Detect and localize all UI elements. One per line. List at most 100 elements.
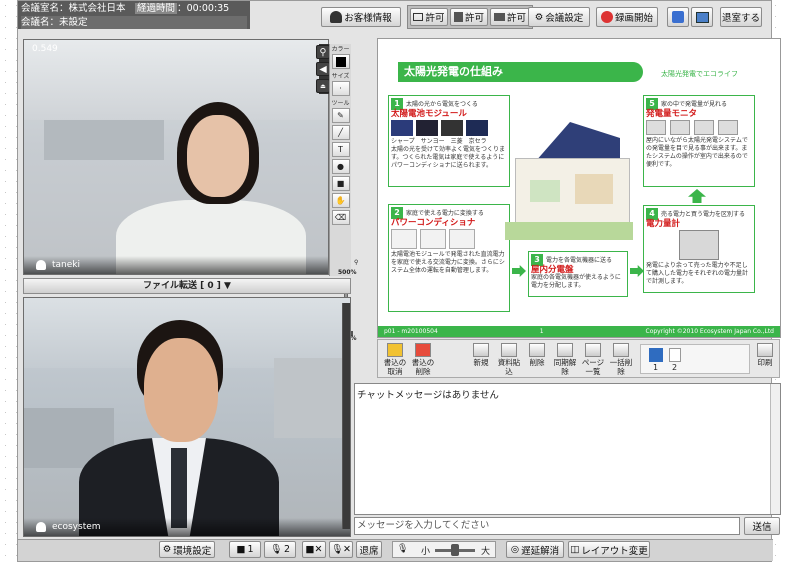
video-counter: 0.549 <box>32 44 58 54</box>
elapsed-time: 00:00:35 <box>186 3 230 14</box>
slide-brand: 太陽光発電でエコライフ <box>661 70 738 78</box>
circle-tool[interactable]: ● <box>331 159 350 174</box>
send-button[interactable]: 送信 <box>744 517 780 535</box>
chat-input[interactable]: メッセージを入力してください <box>354 517 740 535</box>
line-icon: ╱ <box>338 128 343 137</box>
cancel-draw-button[interactable]: 書込の取消 <box>382 342 408 376</box>
volume-slider-handle[interactable] <box>451 544 459 556</box>
sync-release-button[interactable]: 同期解除 <box>552 342 578 376</box>
permit-print-button[interactable]: 許可 <box>490 8 530 26</box>
camera-off-button[interactable]: ■✕ <box>302 541 326 558</box>
house-illustration <box>505 122 633 240</box>
page-thumb-1[interactable]: 1 <box>653 363 658 372</box>
print-button[interactable]: 印刷 <box>752 342 778 376</box>
line-tool[interactable]: ╱ <box>331 125 350 140</box>
text-icon: T <box>338 145 343 154</box>
bulk-delete-button[interactable]: 一括削除 <box>608 342 634 376</box>
video-feed-1: 0.549 taneki <box>24 40 328 274</box>
text-tool[interactable]: T <box>331 142 350 157</box>
size-picker[interactable]: · <box>331 81 350 96</box>
zoom-search-icon: ⚲ <box>354 259 359 266</box>
customer-info-button[interactable]: お客様情報 <box>321 7 401 27</box>
printer-icon <box>493 13 505 21</box>
video-scrollbar[interactable] <box>342 303 350 529</box>
paste-icon <box>501 343 517 357</box>
slide-title: 太陽光発電の仕組み <box>398 62 643 82</box>
record-start-button[interactable]: 録画開始 <box>596 7 658 27</box>
volume-control: 🎙 小 大 <box>392 541 496 558</box>
layout-change-button[interactable]: ◫ レイアウト変更 <box>568 541 650 558</box>
person-icon <box>330 11 343 23</box>
size-label: サイズ <box>331 73 350 80</box>
undo-icon <box>387 343 403 357</box>
gear-icon: ⚙ <box>534 11 544 23</box>
new-page-button[interactable]: 新規 <box>468 342 494 376</box>
video-user-label-2: ecosystem <box>24 518 350 536</box>
env-settings-button[interactable]: ⚙ 環境設定 <box>159 541 215 558</box>
delay-release-button[interactable]: ◎ 遅延解消 <box>506 541 564 558</box>
zoom-max-label: 500% <box>338 269 357 276</box>
bulk-delete-icon <box>613 343 629 357</box>
circle-icon: ● <box>337 162 344 171</box>
dot-icon: · <box>339 84 342 93</box>
whiteboard-toolbar: 書込の取消 書込の削除 新規 資料貼込 削除 同期解除 ページ一覧 一括削除 1… <box>377 339 780 378</box>
rectangle-tool[interactable]: ■ <box>331 176 350 191</box>
exit-button[interactable]: 退室する <box>720 7 762 27</box>
chat-log[interactable]: チャットメッセージはありません <box>354 383 781 515</box>
page-thumb-2[interactable]: 2 <box>672 363 677 372</box>
leave-seat-button[interactable]: 退席 <box>356 541 382 558</box>
color-picker[interactable] <box>331 54 350 69</box>
chat-scrollbar[interactable] <box>770 384 780 514</box>
zoom-video-button[interactable]: ⚲ <box>316 45 330 59</box>
permit-file-button[interactable]: 許可 <box>450 8 488 26</box>
record-icon <box>600 11 613 23</box>
hand-icon: ✋ <box>335 196 346 205</box>
speaker-icon: ◀ <box>319 63 327 75</box>
mic-off-icon: 🎙✕ <box>330 544 352 555</box>
screen-share-button[interactable] <box>691 7 713 27</box>
user-icon <box>36 522 46 532</box>
pen-tool[interactable]: ✎ <box>331 108 350 123</box>
camera-button[interactable]: ■ 1 <box>229 541 261 558</box>
page-thumb-2-image[interactable] <box>669 348 681 362</box>
meeting-settings-button[interactable]: ⚙ 会議設定 <box>528 7 590 27</box>
meeting-name: 会議名：未設定 <box>21 17 88 28</box>
delete-page-icon <box>529 343 545 357</box>
black-square-icon <box>335 56 346 67</box>
whiteboard-slide[interactable]: 太陽光発電の仕組み 太陽光発電でエコライフ 1 太陽の光から電気をつくる 太陽電池… <box>377 38 781 338</box>
shirt-button[interactable] <box>667 7 689 27</box>
volume-low-label: 小 <box>421 547 431 557</box>
drawing-toolbar: カラー サイズ · ツール ✎ ╱ T ● ■ ✋ ⌫ <box>329 44 351 276</box>
mic-off-button[interactable]: 🎙✕ <box>329 541 353 558</box>
chat-empty-message: チャットメッセージはありません <box>357 390 499 401</box>
file-icon <box>453 12 463 22</box>
room-name: 会議室名：株式会社日本 <box>21 3 126 14</box>
video-feed-2: ecosystem <box>24 298 350 536</box>
exit-video-button[interactable]: ⏏ <box>316 79 330 93</box>
pen-icon: ✎ <box>337 111 344 120</box>
refresh-icon: ◎ <box>510 544 520 555</box>
paste-material-button[interactable]: 資料貼込 <box>496 342 522 376</box>
volume-button[interactable]: ◀ <box>316 62 330 76</box>
elapsed-label: 経過時間 <box>135 3 178 14</box>
mic-button[interactable]: 🎙 2 <box>264 541 296 558</box>
meeting-app-window: 会議室名：株式会社日本 経過時間 ：00:00:35 会議名：未設定 お客様情報 … <box>17 0 781 562</box>
arrow-right-icon <box>512 265 526 277</box>
blank-page-icon <box>473 343 489 357</box>
delete-draw-button[interactable]: 書込の削除 <box>410 342 436 376</box>
camera-off-icon: ■✕ <box>305 544 323 555</box>
eraser-icon: ⌫ <box>334 213 347 222</box>
exit-icon: ⏏ <box>320 82 326 90</box>
slide-box-3: 3 電力を各電気機器に送る 屋内分電盤 家庭の各電気機器が使えるように電力を分配し… <box>528 251 628 297</box>
permit-whiteboard-button[interactable]: 許可 <box>410 8 448 26</box>
delete-page-button[interactable]: 削除 <box>524 342 550 376</box>
page-list-button[interactable]: ページ一覧 <box>580 342 606 376</box>
hand-tool[interactable]: ✋ <box>331 193 350 208</box>
layout-icon: ◫ <box>570 544 580 555</box>
book-icon <box>649 348 663 362</box>
file-transfer-bar[interactable]: ファイル転送 [ 0 ] ▼ <box>23 278 351 294</box>
arrow-up-icon <box>688 189 706 203</box>
eraser-tool[interactable]: ⌫ <box>331 210 350 225</box>
page-thumbnails: 1 2 <box>640 344 750 374</box>
magnifier-icon: ⚲ <box>319 46 327 58</box>
